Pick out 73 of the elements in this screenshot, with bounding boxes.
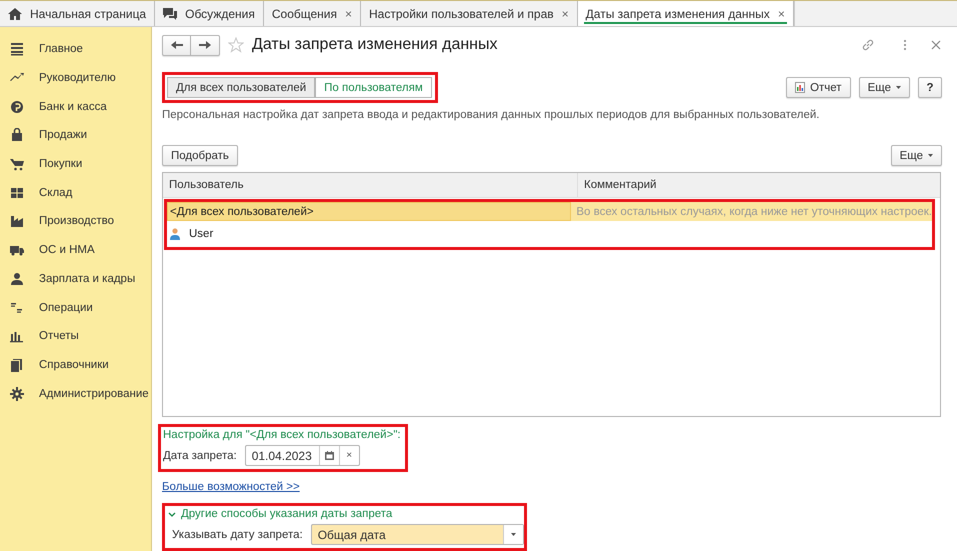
- more-icon: [903, 39, 907, 51]
- chevron-down-icon: [168, 511, 176, 517]
- close-icon: [931, 40, 941, 50]
- column-header[interactable]: Комментарий: [578, 173, 940, 197]
- more-options-link[interactable]: Больше возможностей >>: [162, 481, 300, 493]
- tab[interactable]: Даты запрета изменения данных ×: [578, 1, 794, 26]
- date-field[interactable]: 01.04.2023 ×: [244, 445, 360, 466]
- column-header[interactable]: Пользователь: [163, 173, 578, 197]
- grid-icon: [10, 186, 24, 200]
- calendar-icon: [324, 451, 334, 460]
- close-icon[interactable]: ×: [562, 6, 569, 20]
- link-icon: [861, 38, 875, 52]
- help-button[interactable]: ?: [918, 77, 942, 98]
- settings-icon: [10, 386, 24, 401]
- form-title: Даты запрета изменения данных: [252, 36, 498, 54]
- description-text: Персональная настройка дат запрета ввода и редактирования данных прошлых периодов для выбранных пользователей.: [162, 109, 820, 121]
- group-toggle[interactable]: Другие способы указания даты запрета: [168, 508, 524, 520]
- mode-tab[interactable]: По пользователям: [315, 77, 432, 98]
- truck-icon: [10, 243, 24, 258]
- back-arrow-icon: [170, 40, 182, 50]
- tab[interactable]: Начальная страница: [0, 1, 156, 26]
- sidebar-item[interactable]: Склад: [0, 178, 151, 208]
- cart-icon: [10, 157, 24, 172]
- caret-icon: [511, 533, 516, 536]
- books-icon: [10, 358, 24, 372]
- caret-icon: [928, 154, 933, 157]
- table-cell: User: [167, 221, 575, 247]
- coin-icon: [10, 100, 24, 114]
- report-icon: [795, 82, 806, 93]
- home-icon: [8, 6, 22, 20]
- sidebar-item[interactable]: Производство: [0, 207, 151, 236]
- report-button[interactable]: Отчет: [786, 77, 851, 98]
- user-icon: [170, 228, 180, 240]
- tab[interactable]: Сообщения ×: [264, 1, 362, 26]
- sidebar-item[interactable]: Продажи: [0, 121, 151, 150]
- sidebar-item[interactable]: Справочники: [0, 350, 151, 380]
- clear-button[interactable]: ×: [338, 446, 359, 465]
- caret-icon: [896, 86, 901, 89]
- tab[interactable]: Обсуждения: [155, 1, 264, 26]
- star-icon: [228, 37, 244, 53]
- forward-arrow-icon: [199, 40, 211, 50]
- sidebar-item[interactable]: Главное: [0, 35, 151, 64]
- pick-button[interactable]: Подобрать: [162, 145, 238, 166]
- bag-icon: [10, 128, 24, 142]
- sidebar-item[interactable]: Отчеты: [0, 322, 151, 351]
- mode-tab[interactable]: Для всех пользователей: [167, 77, 316, 98]
- close-icon[interactable]: ×: [778, 6, 785, 20]
- forward-button[interactable]: [191, 34, 220, 56]
- back-button[interactable]: [162, 34, 191, 56]
- table-row[interactable]: <Для всех пользователей> Во всех остальных случаях, когда ниже нет уточняющих настроек.: [167, 202, 932, 221]
- dropdown-field[interactable]: Общая дата: [310, 524, 524, 545]
- bar-chart-icon: [10, 329, 24, 344]
- sidebar-item[interactable]: Операции: [0, 293, 151, 322]
- field-label: Указывать дату запрета:: [172, 528, 303, 540]
- close-icon[interactable]: ×: [345, 6, 352, 20]
- table-cell: <Для всех пользователей>: [167, 202, 572, 221]
- sidebar-item[interactable]: Администрирование: [0, 379, 151, 408]
- sidebar-item[interactable]: Руководителю: [0, 64, 151, 92]
- sidebar-item[interactable]: Покупки: [0, 150, 151, 178]
- field-label: Дата запрета:: [163, 450, 237, 462]
- settings-heading: Настройка для "<Для всех пользователей>":: [163, 429, 401, 441]
- sidebar-item[interactable]: Банк и касса: [0, 92, 151, 122]
- chat-bubbles-icon: [163, 6, 178, 20]
- sidebar-item[interactable]: ОС и НМА: [0, 236, 151, 264]
- sidebar-item[interactable]: Зарплата и кадры: [0, 264, 151, 294]
- factory-icon: [10, 214, 24, 228]
- more-button[interactable]: Еще: [890, 145, 942, 166]
- ledger-icon: [10, 300, 24, 315]
- menu-icon: [10, 42, 24, 56]
- person-icon: [10, 272, 24, 286]
- table-cell-text: Во всех остальных случаях, когда ниже нет уточняющих настроек.: [575, 206, 932, 218]
- table-row[interactable]: User: [167, 221, 932, 247]
- more-button[interactable]: Еще: [858, 77, 910, 98]
